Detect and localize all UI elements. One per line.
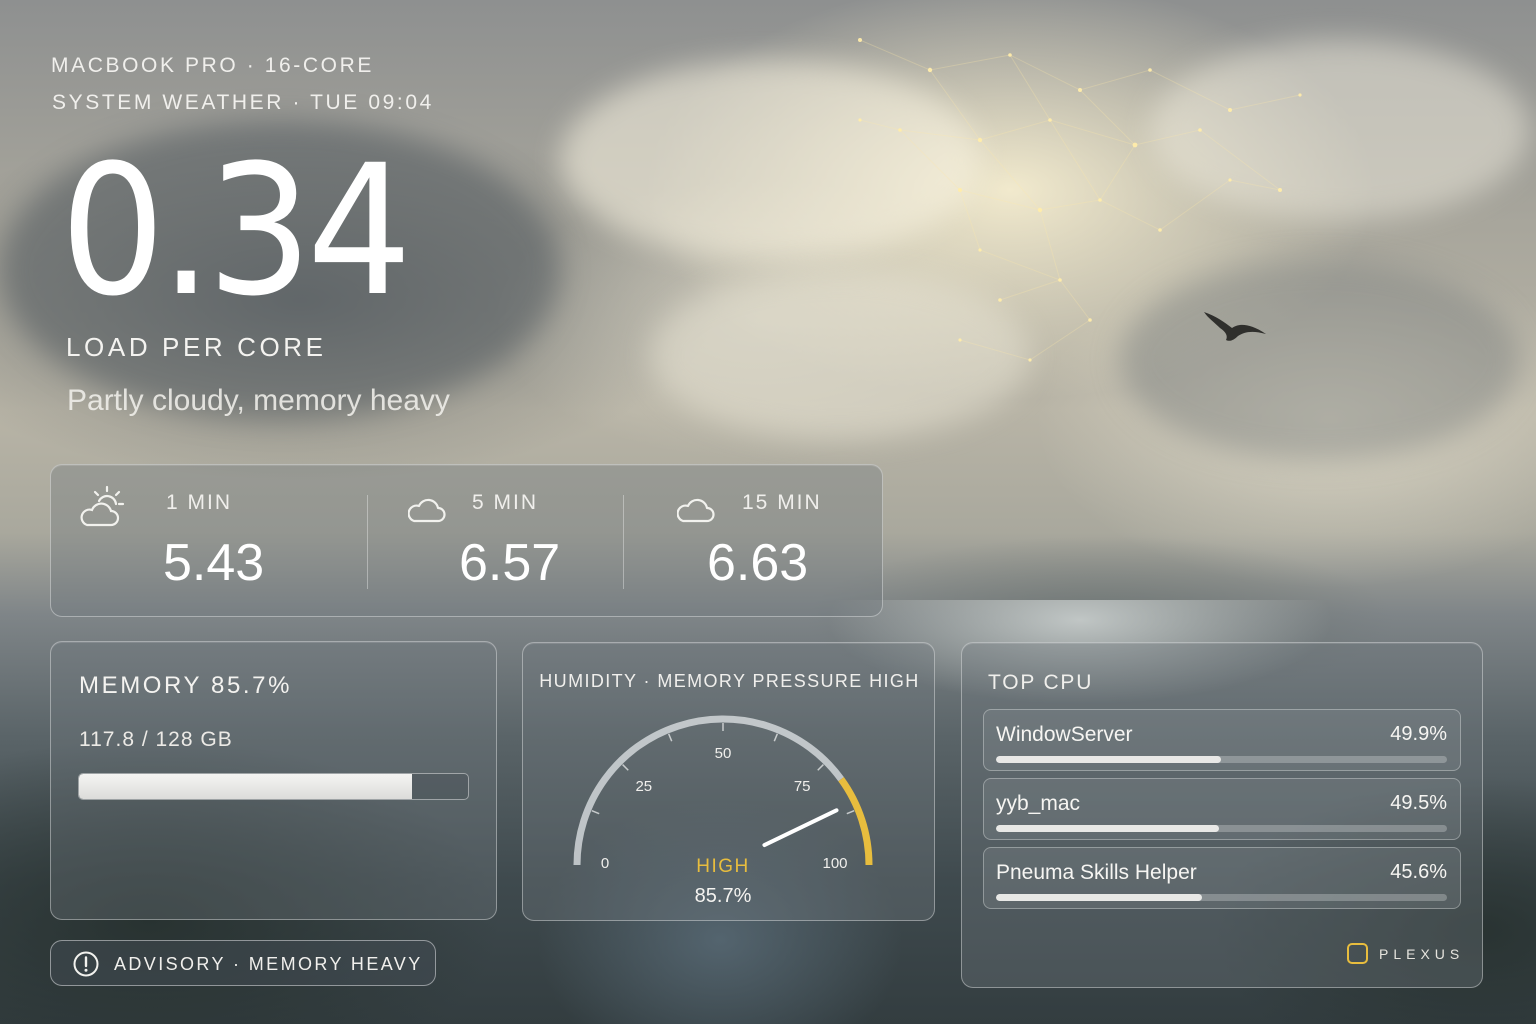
device-name: MACBOOK PRO · 16-CORE: [51, 54, 374, 77]
plexus-brand: PLEXUS: [1347, 943, 1464, 964]
gauge-tick-label: 75: [794, 778, 811, 795]
gauge-ticks: [591, 723, 855, 815]
process-cpu-percent: 45.6%: [1390, 861, 1447, 883]
load-average-1min: 1 MIN 5.43: [51, 465, 367, 618]
alert-circle-icon: [73, 951, 99, 977]
memory-used-total: 117.8 / 128 GB: [79, 728, 233, 751]
process-cpu-percent: 49.9%: [1390, 723, 1447, 745]
gauge-tick-mark: [591, 809, 600, 815]
memory-title: MEMORY 85.7%: [79, 672, 293, 699]
top-cpu-card: TOP CPU WindowServer 49.9% yyb_mac 49.5%…: [961, 642, 1483, 988]
load-1min-label: 1 MIN: [166, 491, 233, 514]
partly-sunny-icon: [80, 485, 125, 527]
process-row[interactable]: WindowServer 49.9%: [983, 709, 1461, 771]
load-5min-value: 6.57: [459, 534, 561, 592]
process-row[interactable]: Pneuma Skills Helper 45.6%: [983, 847, 1461, 909]
gauge-tick-label: 50: [715, 745, 732, 762]
gauge-tick-mark: [622, 764, 629, 771]
memory-pressure-gauge: 0 25 50 75 100 HIGH 85.7%: [573, 715, 873, 907]
cloud-icon: [408, 498, 446, 523]
memory-progress-bar: [78, 773, 469, 800]
gauge-tick-label: 0: [601, 855, 609, 872]
weather-condition: Partly cloudy, memory heavy: [67, 384, 450, 417]
process-cpu-percent: 49.5%: [1390, 792, 1447, 814]
process-name: yyb_mac: [996, 792, 1081, 815]
process-row[interactable]: yyb_mac 49.5%: [983, 778, 1461, 840]
load-per-core-value: 0.34: [60, 127, 412, 336]
process-cpu-fill: [996, 825, 1220, 832]
advisory-text: ADVISORY · MEMORY HEAVY: [114, 954, 423, 974]
load-1min-value: 5.43: [163, 534, 265, 592]
top-cpu-title: TOP CPU: [988, 671, 1094, 694]
gauge-high-zone: [838, 777, 873, 866]
load-15min-label: 15 MIN: [742, 491, 822, 514]
load-per-core-label: LOAD PER CORE: [66, 332, 327, 362]
memory-progress-fill: [79, 774, 413, 799]
process-name: WindowServer: [996, 723, 1133, 746]
memory-card: MEMORY 85.7% 117.8 / 128 GB: [50, 641, 497, 920]
load-15min-value: 6.63: [707, 534, 809, 592]
process-cpu-bar: [996, 825, 1447, 832]
load-averages-card: 1 MIN 5.43 5 MIN 6.57 15 MIN 6.63: [50, 464, 883, 617]
gauge-needle: [762, 808, 839, 848]
process-name: Pneuma Skills Helper: [996, 861, 1197, 884]
load-average-5min: 5 MIN 6.57: [368, 465, 623, 618]
load-average-15min: 15 MIN 6.63: [624, 465, 883, 618]
gauge-status-text: HIGH: [696, 856, 750, 877]
gauge-tick-label: 100: [822, 855, 847, 872]
system-weather-subtitle: SYSTEM WEATHER · TUE 09:04: [52, 91, 434, 114]
cloud-icon: [677, 498, 715, 523]
process-cpu-fill: [996, 894, 1202, 901]
advisory-badge[interactable]: ADVISORY · MEMORY HEAVY: [50, 940, 436, 986]
process-cpu-bar: [996, 756, 1447, 763]
process-cpu-fill: [996, 756, 1222, 763]
process-cpu-bar: [996, 894, 1447, 901]
gauge-tick-label: 25: [635, 778, 652, 795]
gauge-tick-mark: [773, 733, 779, 742]
bird-silhouette: [1204, 312, 1266, 341]
humidity-gauge-card: HUMIDITY · MEMORY PRESSURE HIGH 0 25 50 …: [522, 642, 935, 921]
brand-name: PLEXUS: [1379, 945, 1465, 962]
load-5min-label: 5 MIN: [472, 491, 539, 514]
plexus-logo-icon: [1347, 943, 1368, 964]
gauge-tick-mark: [667, 733, 673, 742]
gauge-value-text: 85.7%: [695, 885, 752, 907]
gauge-tick-mark: [817, 764, 824, 771]
gauge-tick-mark: [846, 809, 855, 815]
